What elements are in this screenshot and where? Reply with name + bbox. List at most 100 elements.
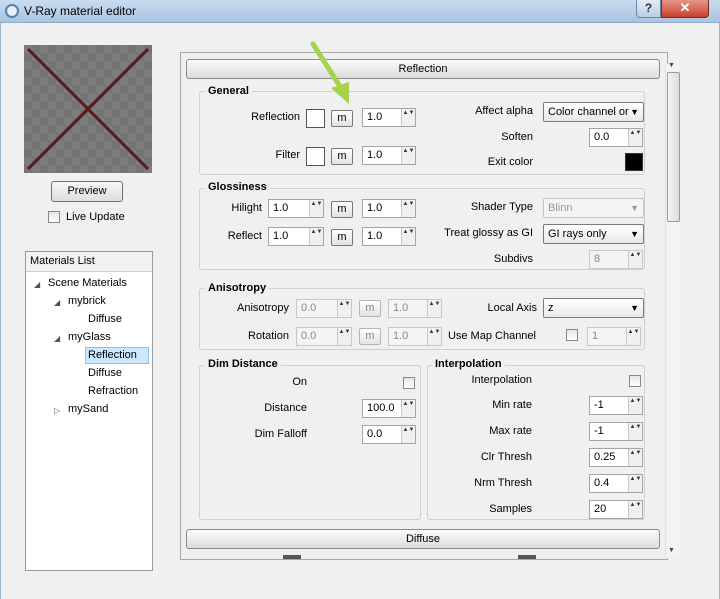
soften-spinner[interactable]: 0.0 ▲▼: [589, 128, 643, 147]
shader-type-dropdown[interactable]: Blinn ▼: [543, 198, 644, 218]
filter-color-swatch[interactable]: [306, 147, 325, 166]
chevron-down-icon: ▼: [630, 203, 639, 213]
tree-item-myglass[interactable]: myGlass: [68, 331, 111, 343]
tree-item-mybrick-diffuse[interactable]: Diffuse: [88, 313, 122, 325]
reflection-amount-spinner[interactable]: 1.0 ▲▼: [362, 108, 416, 127]
max-rate-label: Max rate: [489, 425, 532, 437]
use-map-channel-checkbox[interactable]: [566, 329, 578, 341]
spinner-arrows-icon[interactable]: ▲▼: [628, 475, 642, 492]
filter-label: Filter: [275, 149, 300, 161]
tree-item-mybrick[interactable]: mybrick: [68, 295, 106, 307]
spinner-arrows-icon[interactable]: ▲▼: [309, 228, 323, 245]
scroll-up-icon[interactable]: ▼: [668, 62, 675, 69]
live-update-checkbox[interactable]: [48, 211, 60, 223]
spinner-arrows-icon[interactable]: ▲▼: [401, 109, 415, 126]
clr-thresh-spinner[interactable]: 0.25 ▲▼: [589, 448, 643, 467]
hilight-label: Hilight: [231, 202, 262, 214]
spinner-arrows-icon[interactable]: ▲▼: [628, 129, 642, 146]
reflection-color-swatch[interactable]: [306, 109, 325, 128]
scroll-down-icon[interactable]: ▼: [668, 547, 675, 554]
general-group-title: General: [205, 85, 252, 97]
tree-expanded-icon[interactable]: ◢: [54, 298, 60, 307]
spinner-arrows-icon[interactable]: ▲▼: [337, 328, 351, 345]
diffuse-rollout-header[interactable]: Diffuse: [186, 529, 660, 549]
spinner-arrows-icon[interactable]: ▲▼: [401, 147, 415, 164]
spinner-arrows-icon[interactable]: ▲▼: [337, 300, 351, 317]
help-button[interactable]: ?: [636, 0, 661, 18]
scrollbar-thumb[interactable]: [667, 72, 680, 222]
spinner-arrows-icon[interactable]: ▲▼: [401, 228, 415, 245]
treat-glossy-dropdown[interactable]: GI rays only ▼: [543, 224, 644, 244]
anisotropy-spinner[interactable]: 0.0 ▲▼: [296, 299, 352, 318]
spinner-arrows-icon[interactable]: ▲▼: [628, 251, 642, 268]
interpolation-checkbox[interactable]: [629, 375, 641, 387]
rotation-label: Rotation: [248, 330, 289, 342]
spinner-arrows-icon[interactable]: ▲▼: [427, 328, 441, 345]
anisotropy-map-button[interactable]: m: [359, 300, 381, 317]
tree-expanded-icon[interactable]: ◢: [34, 280, 40, 289]
spinner-arrows-icon[interactable]: ▲▼: [401, 200, 415, 217]
tree-item-myglass-diffuse[interactable]: Diffuse: [88, 367, 122, 379]
dim-on-label: On: [292, 376, 307, 388]
filter-map-button[interactable]: m: [331, 148, 353, 165]
exit-color-swatch[interactable]: [625, 153, 643, 171]
glossiness-group-title: Glossiness: [205, 181, 270, 193]
map-channel-spinner[interactable]: 1 ▲▼: [587, 327, 641, 346]
dim-falloff-spinner[interactable]: 0.0 ▲▼: [362, 425, 416, 444]
rotation-map-button[interactable]: m: [359, 328, 381, 345]
tree-item-myglass-reflection[interactable]: Reflection: [88, 349, 137, 361]
diffuse-roughness-swatch[interactable]: [518, 555, 536, 559]
reflection-rollout-header[interactable]: Reflection: [186, 59, 660, 79]
samples-spinner[interactable]: 20 ▲▼: [589, 500, 643, 519]
hilight-map-amount-spinner[interactable]: 1.0 ▲▼: [362, 199, 416, 218]
spinner-arrows-icon[interactable]: ▲▼: [401, 426, 415, 443]
preview-button[interactable]: Preview: [51, 181, 123, 202]
distance-spinner[interactable]: 100.0 ▲▼: [362, 399, 416, 418]
rotation-spinner[interactable]: 0.0 ▲▼: [296, 327, 352, 346]
max-rate-spinner[interactable]: -1 ▲▼: [589, 422, 643, 441]
spinner-arrows-icon[interactable]: ▲▼: [628, 423, 642, 440]
spinner-arrows-icon[interactable]: ▲▼: [628, 397, 642, 414]
tree-expanded-icon[interactable]: ◢: [54, 334, 60, 343]
app-icon: [5, 4, 19, 18]
spinner-arrows-icon[interactable]: ▲▼: [427, 300, 441, 317]
reflect-map-button[interactable]: m: [331, 229, 353, 246]
spinner-arrows-icon[interactable]: ▲▼: [626, 328, 640, 345]
affect-alpha-label: Affect alpha: [475, 105, 533, 117]
affect-alpha-dropdown[interactable]: Color channel or ▼: [543, 102, 644, 122]
shader-type-label: Shader Type: [470, 201, 533, 213]
dim-falloff-label: Dim Falloff: [254, 428, 307, 440]
dim-on-checkbox[interactable]: [403, 377, 415, 389]
use-map-channel-label: Use Map Channel: [447, 330, 536, 342]
subdivs-spinner[interactable]: 8 ▲▼: [589, 250, 643, 269]
chevron-down-icon: ▼: [630, 107, 639, 117]
anisotropy-group-title: Anisotropy: [205, 282, 270, 294]
anisotropy-map-amount-spinner[interactable]: 1.0 ▲▼: [388, 299, 442, 318]
chevron-down-icon: ▼: [630, 303, 639, 313]
clr-thresh-label: Clr Thresh: [480, 451, 532, 463]
close-button[interactable]: ✕: [661, 0, 709, 18]
reflection-map-button[interactable]: m: [331, 110, 353, 127]
spinner-arrows-icon[interactable]: ▲▼: [401, 400, 415, 417]
hilight-map-button[interactable]: m: [331, 201, 353, 218]
min-rate-spinner[interactable]: -1 ▲▼: [589, 396, 643, 415]
spinner-arrows-icon[interactable]: ▲▼: [628, 449, 642, 466]
spinner-arrows-icon[interactable]: ▲▼: [309, 200, 323, 217]
subdivs-label: Subdivs: [493, 253, 533, 265]
samples-label: Samples: [489, 503, 532, 515]
tree-item-myglass-refraction[interactable]: Refraction: [88, 385, 138, 397]
spinner-arrows-icon[interactable]: ▲▼: [628, 501, 642, 518]
local-axis-dropdown[interactable]: z ▼: [543, 298, 644, 318]
nrm-thresh-spinner[interactable]: 0.4 ▲▼: [589, 474, 643, 493]
tree-item-scene-materials[interactable]: Scene Materials: [48, 277, 127, 289]
rotation-map-amount-spinner[interactable]: 1.0 ▲▼: [388, 327, 442, 346]
chevron-down-icon: ▼: [630, 229, 639, 239]
reflect-glossiness-spinner[interactable]: 1.0 ▲▼: [268, 227, 324, 246]
hilight-glossiness-spinner[interactable]: 1.0 ▲▼: [268, 199, 324, 218]
reflect-map-amount-spinner[interactable]: 1.0 ▲▼: [362, 227, 416, 246]
filter-amount-spinner[interactable]: 1.0 ▲▼: [362, 146, 416, 165]
tree-item-mysand[interactable]: mySand: [68, 403, 108, 415]
tree-collapsed-icon[interactable]: ▷: [54, 406, 60, 415]
soften-label: Soften: [501, 131, 533, 143]
diffuse-color-swatch[interactable]: [283, 555, 301, 559]
